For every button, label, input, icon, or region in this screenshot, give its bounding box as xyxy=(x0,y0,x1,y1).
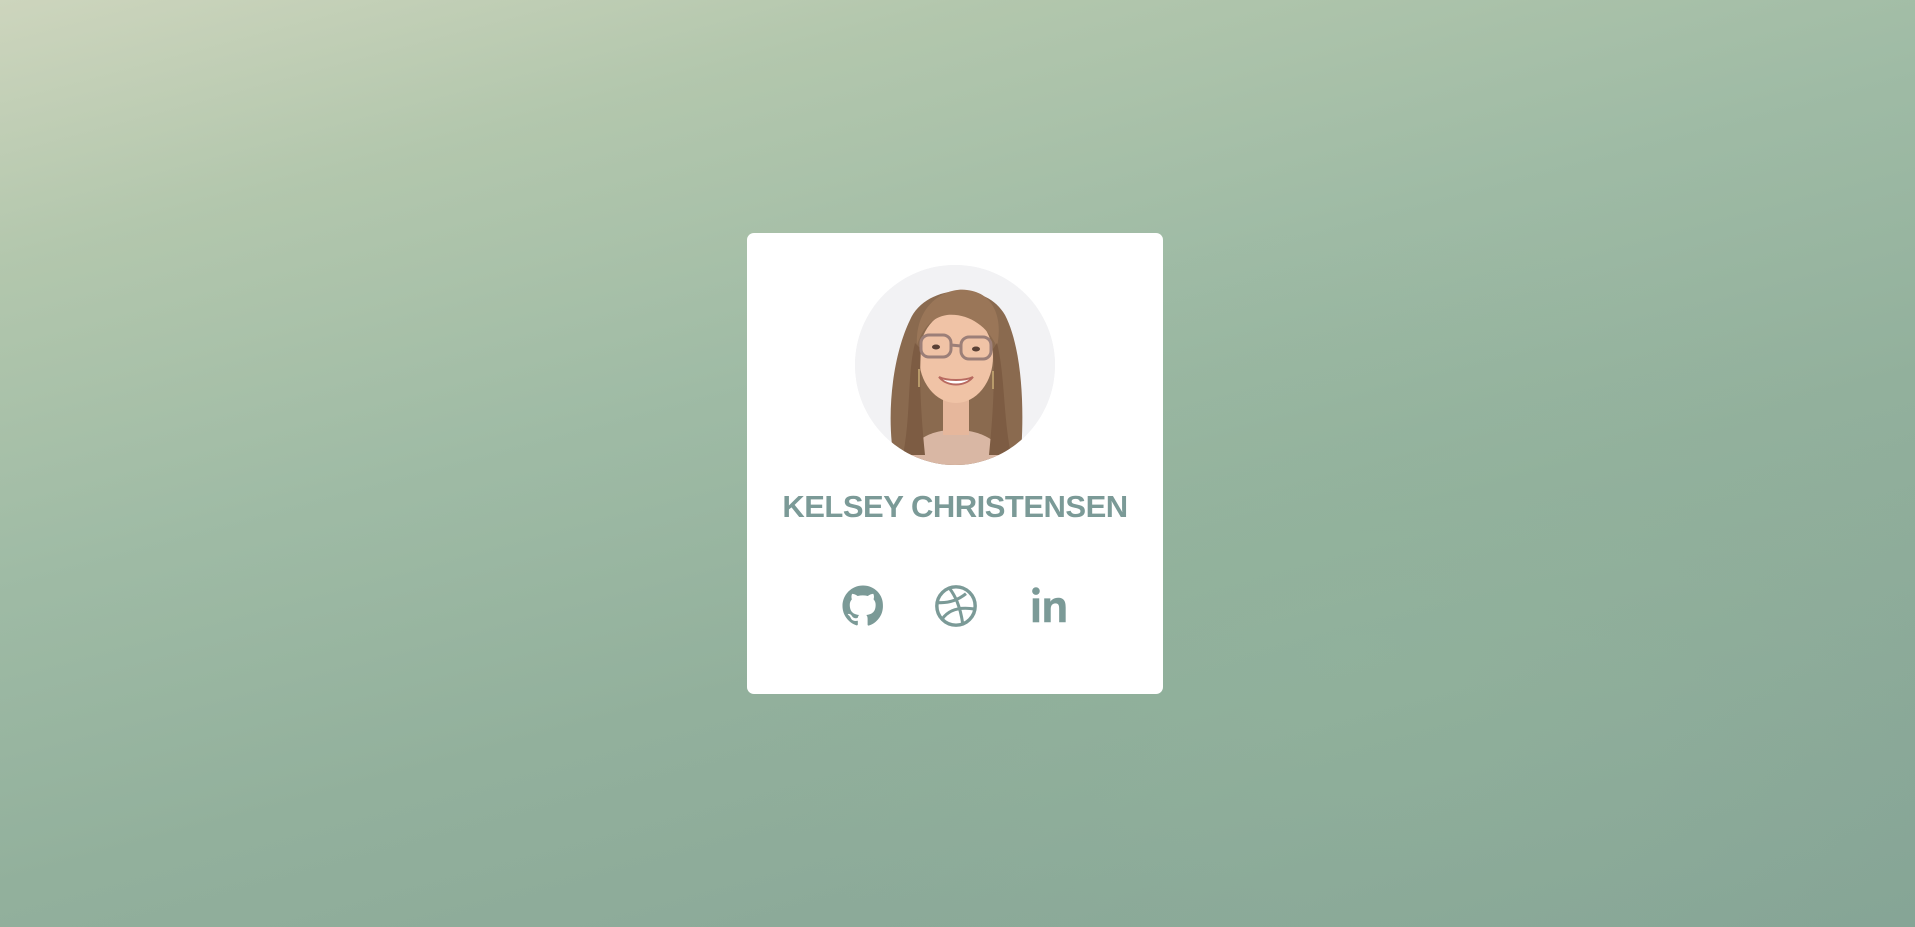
avatar xyxy=(855,265,1055,465)
linkedin-link[interactable] xyxy=(1026,583,1072,629)
social-links xyxy=(747,583,1163,629)
dribbble-icon xyxy=(935,585,977,627)
profile-card: KELSEY CHRISTENSEN xyxy=(747,233,1163,694)
profile-name: KELSEY CHRISTENSEN xyxy=(782,489,1128,524)
dribbble-link[interactable] xyxy=(933,583,979,629)
linkedin-icon xyxy=(1032,587,1066,623)
github-icon xyxy=(842,585,883,626)
github-link[interactable] xyxy=(840,583,886,629)
profile-photo xyxy=(855,265,1055,465)
